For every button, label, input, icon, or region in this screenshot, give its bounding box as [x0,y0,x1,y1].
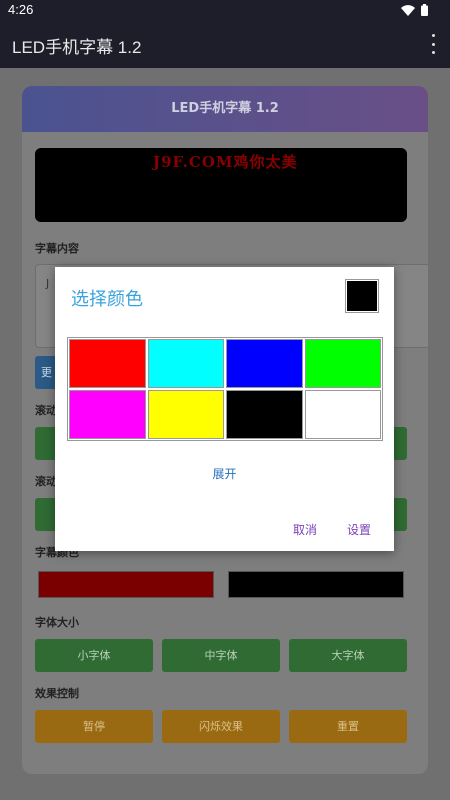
pause-button[interactable]: 暂停 [35,710,153,743]
battery-icon [421,4,428,16]
dialog-title: 选择颜色 [71,289,143,310]
swatch-green[interactable] [304,339,381,388]
color-picker-dialog: 选择颜色 展开 取消 设置 [55,267,394,551]
card-header-title: LED手机字幕 1.2 [22,86,428,132]
swatch-black[interactable] [226,390,303,439]
app-bar: LED手机字幕 1.2 [0,20,450,68]
large-font-button[interactable]: 大字体 [289,639,407,672]
background-color-swatch[interactable] [228,571,404,598]
scroll-speed-label: 滚动 [35,404,57,417]
confirm-button[interactable]: 设置 [347,521,371,538]
content-input-value: J [46,277,50,290]
medium-font-button[interactable]: 中字体 [162,639,280,672]
small-font-button[interactable]: 小字体 [35,639,153,672]
overflow-menu-icon[interactable] [430,34,436,54]
color-swatch-grid [67,337,383,441]
wifi-icon [401,4,415,16]
swatch-white[interactable] [304,390,381,439]
swatch-magenta[interactable] [69,390,146,439]
status-time: 4:26 [8,2,34,17]
app-title: LED手机字幕 1.2 [12,38,142,57]
text-color-swatch[interactable] [38,571,214,598]
status-icons [401,4,428,16]
font-size-label: 字体大小 [35,616,79,629]
effect-label: 效果控制 [35,687,79,700]
cancel-button[interactable]: 取消 [293,521,317,538]
status-bar: 4:26 [0,0,450,20]
blink-effect-button[interactable]: 闪烁效果 [162,710,280,743]
selected-color-preview [345,279,379,313]
led-display: J9F.COM鸡你太美 [35,148,407,222]
swatch-blue[interactable] [226,339,303,388]
swatch-cyan[interactable] [147,339,224,388]
swatch-red[interactable] [69,339,146,388]
scroll-direction-label: 滚动 [35,475,57,488]
swatch-yellow[interactable] [147,390,224,439]
content-label: 字幕内容 [35,242,79,255]
expand-button[interactable]: 展开 [55,465,394,482]
led-scrolling-text: J9F.COM鸡你太美 [153,153,298,171]
reset-button[interactable]: 重置 [289,710,407,743]
